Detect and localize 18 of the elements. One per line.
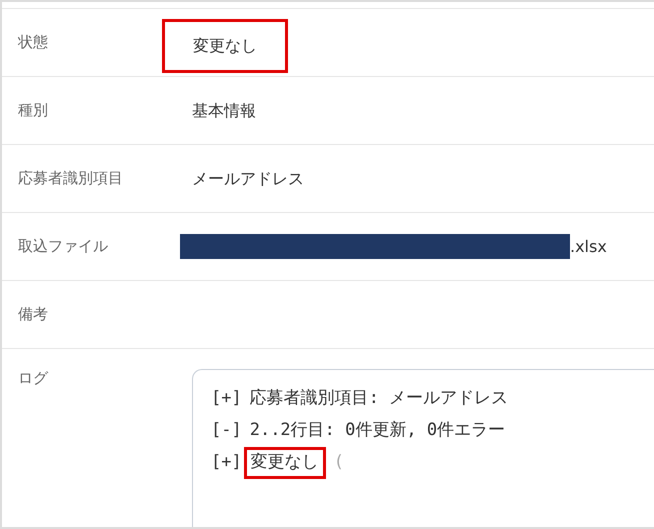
log-marker: [+] bbox=[211, 451, 242, 474]
field-label: 種別 bbox=[17, 100, 49, 122]
field-label: 備考 bbox=[17, 304, 49, 326]
field-label: ログ bbox=[17, 368, 50, 389]
log-marker: [+] bbox=[211, 387, 242, 410]
field-label: 応募者識別項目 bbox=[17, 168, 124, 190]
log-line: 2..2行目: 0件更新, 0件エラー bbox=[250, 419, 506, 442]
highlighted-field-value: 変更なし bbox=[162, 18, 288, 72]
log-marker: [-] bbox=[211, 419, 242, 442]
field-label: 取込ファイル bbox=[17, 236, 109, 258]
log-textarea[interactable]: [+] 応募者識別項目: メールアドレス [-] 2..2行目: 0件更新, 0件エラー [+] 変更なし ( bbox=[192, 369, 654, 527]
field-value: 基本情報 bbox=[192, 100, 256, 122]
log-line: 応募者識別項目: メールアドレス bbox=[250, 387, 508, 410]
highlighted-log-text: 変更なし bbox=[244, 447, 326, 479]
field-value: メールアドレス bbox=[192, 168, 304, 190]
field-label: 状態 bbox=[16, 32, 49, 54]
log-text: ( bbox=[334, 451, 344, 474]
field-value: .xlsx bbox=[570, 236, 607, 258]
